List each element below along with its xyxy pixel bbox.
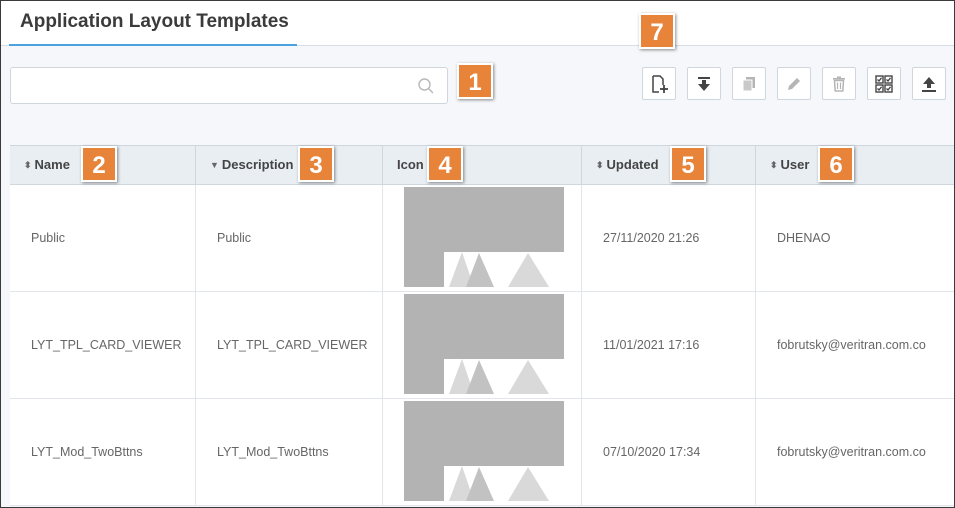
select-all-icon xyxy=(875,74,893,93)
cell-name: Public xyxy=(10,185,196,291)
column-header-updated[interactable]: ⬍ Updated xyxy=(582,146,756,185)
column-header-label: Description xyxy=(221,157,294,172)
callout-badge-description: 3 xyxy=(298,146,334,182)
delete-button[interactable] xyxy=(822,67,856,100)
callout-badge-search: 1 xyxy=(457,63,493,99)
callout-badge-user: 6 xyxy=(818,146,854,182)
column-header-label: Icon xyxy=(397,157,424,172)
new-template-button[interactable] xyxy=(642,67,676,100)
download-button[interactable] xyxy=(687,67,721,100)
delete-icon xyxy=(833,76,845,92)
column-header-user[interactable]: ⬍ User xyxy=(756,146,954,185)
cell-name: LYT_TPL_CARD_VIEWER xyxy=(10,292,196,398)
column-header-description[interactable]: ▼ Description xyxy=(196,146,383,185)
cell-description: LYT_Mod_TwoBttns xyxy=(196,399,383,505)
sort-both-icon[interactable]: ⬍ xyxy=(24,160,32,170)
table-row[interactable]: Public Public 27/11/2020 21:26 DHENAO xyxy=(10,185,954,292)
search-box[interactable] xyxy=(10,67,448,104)
templates-table: ⬍ Name ▼ Description Icon ⬍ Updated ⬍ User P… xyxy=(10,145,954,507)
select-all-button[interactable] xyxy=(867,67,901,100)
cell-icon xyxy=(383,399,582,505)
title-bar: Application Layout Templates xyxy=(1,1,954,46)
edit-icon xyxy=(788,77,800,90)
callout-badge-name: 2 xyxy=(81,146,117,182)
column-header-label: Name xyxy=(34,157,70,172)
sort-both-icon[interactable]: ⬍ xyxy=(770,160,778,170)
cell-updated: 11/01/2021 17:16 xyxy=(582,292,756,398)
image-placeholder-icon xyxy=(404,401,564,501)
image-placeholder-icon xyxy=(404,187,564,287)
cell-user: DHENAO xyxy=(777,231,831,245)
app-window: Application Layout Templates 1 7 ⬍Name xyxy=(0,0,955,508)
cell-user: fobrutsky@veritran.com.co xyxy=(777,338,926,352)
callout-badge-updated: 5 xyxy=(670,146,706,182)
copy-icon xyxy=(742,76,755,91)
table-header: ⬍ Name ▼ Description Icon ⬍ Updated ⬍ User xyxy=(10,145,954,185)
upload-button[interactable] xyxy=(912,67,946,100)
cell-description: Public xyxy=(196,185,383,291)
edit-button[interactable] xyxy=(777,67,811,100)
cell-updated: 07/10/2020 17:34 xyxy=(582,399,756,505)
cell-icon xyxy=(383,292,582,398)
column-header-label: Updated xyxy=(606,157,659,172)
cell-icon xyxy=(383,185,582,291)
new-document-icon xyxy=(652,74,668,93)
search-input[interactable] xyxy=(11,68,401,103)
download-icon xyxy=(698,76,710,91)
cell-name: LYT_Mod_TwoBttns xyxy=(10,399,196,505)
column-header-label: User xyxy=(780,157,810,172)
cell-user: fobrutsky@veritran.com.co xyxy=(777,445,926,459)
table-row[interactable]: LYT_Mod_TwoBttns LYT_Mod_TwoBttns 07/10/… xyxy=(10,399,954,506)
callout-badge-icon: 4 xyxy=(427,146,463,182)
copy-button[interactable] xyxy=(732,67,766,100)
callout-badge-toolbar: 7 xyxy=(639,13,675,49)
table-row[interactable]: LYT_TPL_CARD_VIEWER LYT_TPL_CARD_VIEWER … xyxy=(10,292,954,399)
image-placeholder-icon xyxy=(404,294,564,394)
search-icon[interactable] xyxy=(417,77,435,95)
column-header-icon: Icon xyxy=(383,146,582,185)
cell-description: LYT_TPL_CARD_VIEWER xyxy=(196,292,383,398)
sort-both-icon[interactable]: ⬍ xyxy=(596,160,604,170)
cell-updated: 27/11/2020 21:26 xyxy=(582,185,756,291)
title-tab-indicator xyxy=(9,44,297,46)
sort-desc-icon[interactable]: ▼ xyxy=(210,160,219,170)
page-title: Application Layout Templates xyxy=(20,11,289,32)
upload-icon xyxy=(922,76,936,92)
